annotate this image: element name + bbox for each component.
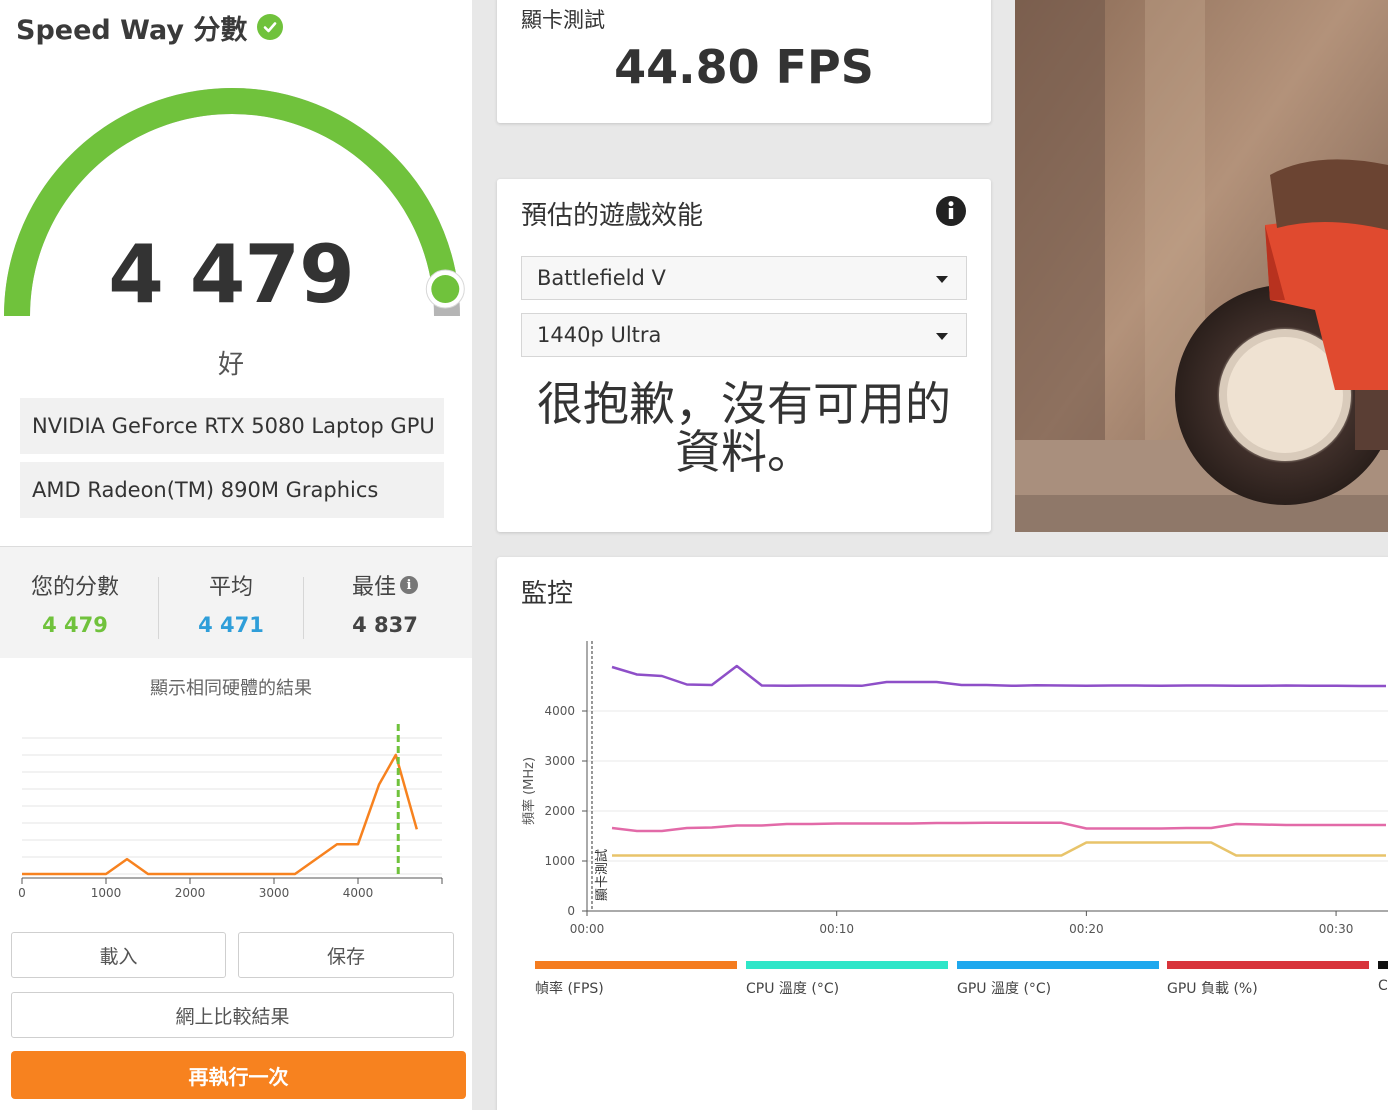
stat-best-value: 4 837 xyxy=(352,613,418,637)
preset-select[interactable]: 1440p Ultra xyxy=(521,313,967,357)
game-performance-title: 預估的遊戲效能 xyxy=(521,201,704,231)
histogram-tick-label: 0 xyxy=(18,886,26,900)
game-select[interactable]: Battlefield V xyxy=(521,256,967,300)
gpu-test-title: 顯卡測試 xyxy=(521,8,605,32)
legend-label-fps[interactable]: 幀率 (FPS) xyxy=(535,978,604,998)
no-data-message: 很抱歉，沒有可用的資料。 xyxy=(537,377,951,479)
y-tick-label: 3000 xyxy=(544,754,575,768)
histogram-tick-label: 3000 xyxy=(259,886,290,900)
stat-your-score-value: 4 479 xyxy=(42,613,108,637)
hardware-item-igpu: AMD Radeon(TM) 890M Graphics xyxy=(20,462,444,518)
x-tick-label: 00:00 xyxy=(570,922,605,936)
stat-your-score: 您的分數 4 479 xyxy=(0,569,150,637)
x-tick-label: 00:20 xyxy=(1069,922,1104,936)
stat-best-label-row: 最佳 i xyxy=(310,569,460,601)
y-tick-label: 1000 xyxy=(544,854,575,868)
legend-label-gpu-temp[interactable]: GPU 溫度 (°C) xyxy=(957,978,1051,998)
score-stats: 您的分數 4 479 平均 4 471 最佳 i 4 837 xyxy=(0,546,472,658)
compare-online-button[interactable]: 網上比較結果 xyxy=(11,992,454,1038)
score-rating: 好 xyxy=(217,350,244,380)
series-line-1 xyxy=(611,821,1386,833)
run-again-button[interactable]: 再執行一次 xyxy=(11,1051,466,1099)
benchmark-hero-image xyxy=(1015,0,1388,532)
stat-divider xyxy=(303,577,304,639)
stat-best-label: 最佳 xyxy=(351,575,396,600)
score-panel: Speed Way 分數 4 479 好 NVIDIA GeForce RTX … xyxy=(0,0,472,1110)
legend-swatch-cut xyxy=(1378,961,1388,969)
monitoring-chart: 0 1000 2000 3000 4000 00:00 00:10 00:20 00:30 頻率 … xyxy=(521,641,1388,936)
score-title: Speed Way 分數 xyxy=(16,10,284,46)
histogram-line xyxy=(22,753,419,876)
series-line-0 xyxy=(611,664,1386,688)
y-axis-label: 頻率 (MHz) xyxy=(521,757,537,825)
stat-average-value: 4 471 xyxy=(198,613,264,637)
same-hardware-label: 顯示相同硬體的結果 xyxy=(150,678,312,699)
info-icon[interactable] xyxy=(935,195,967,227)
gpu-test-fps: 44.80 FPS xyxy=(614,40,874,94)
info-icon[interactable]: i xyxy=(400,576,418,594)
load-button[interactable]: 載入 xyxy=(11,932,226,978)
legend-label-cpu-temp[interactable]: CPU 溫度 (°C) xyxy=(746,978,839,998)
stat-best: 最佳 i 4 837 xyxy=(310,569,460,637)
legend-swatch-gpu-load xyxy=(1167,961,1369,969)
check-icon xyxy=(257,14,284,40)
stat-average-label: 平均 xyxy=(208,575,253,600)
y-tick-label: 0 xyxy=(567,904,575,918)
series-line-2 xyxy=(612,841,1386,857)
chevron-down-icon xyxy=(936,276,948,283)
score-title-text: Speed Way 分數 xyxy=(16,14,248,46)
game-select-value: Battlefield V xyxy=(537,266,666,290)
hardware-item-gpu: NVIDIA GeForce RTX 5080 Laptop GPU xyxy=(20,398,444,454)
y-tick-label: 4000 xyxy=(544,704,575,718)
preset-select-value: 1440p Ultra xyxy=(537,323,662,347)
stat-average: 平均 4 471 xyxy=(156,569,306,637)
gpu-test-card: 顯卡測試 44.80 FPS xyxy=(497,0,991,123)
save-button[interactable]: 保存 xyxy=(238,932,454,978)
legend-label-gpu-load[interactable]: GPU 負載 (%) xyxy=(1167,978,1258,998)
histogram-tick-label: 1000 xyxy=(91,886,122,900)
y-tick-label: 2000 xyxy=(544,804,575,818)
chevron-down-icon xyxy=(936,333,948,340)
legend-swatch-fps xyxy=(535,961,737,969)
score-histogram: 0 1000 2000 3000 4000 xyxy=(18,724,443,900)
x-tick-label: 00:10 xyxy=(819,922,854,936)
test-start-label: 顯卡測試 xyxy=(594,849,610,901)
histogram-tick-label: 4000 xyxy=(343,886,374,900)
x-tick-label: 00:30 xyxy=(1319,922,1354,936)
game-performance-card: 預估的遊戲效能 Battlefield V 1440p Ultra xyxy=(497,179,991,532)
legend-label-cut[interactable]: C xyxy=(1378,978,1388,994)
legend-swatch-gpu-temp xyxy=(957,961,1159,969)
legend-swatch-cpu-temp xyxy=(746,961,948,969)
histogram-tick-label: 2000 xyxy=(175,886,206,900)
score-value: 4 479 xyxy=(108,228,355,321)
stat-your-score-label: 您的分數 xyxy=(30,575,119,600)
